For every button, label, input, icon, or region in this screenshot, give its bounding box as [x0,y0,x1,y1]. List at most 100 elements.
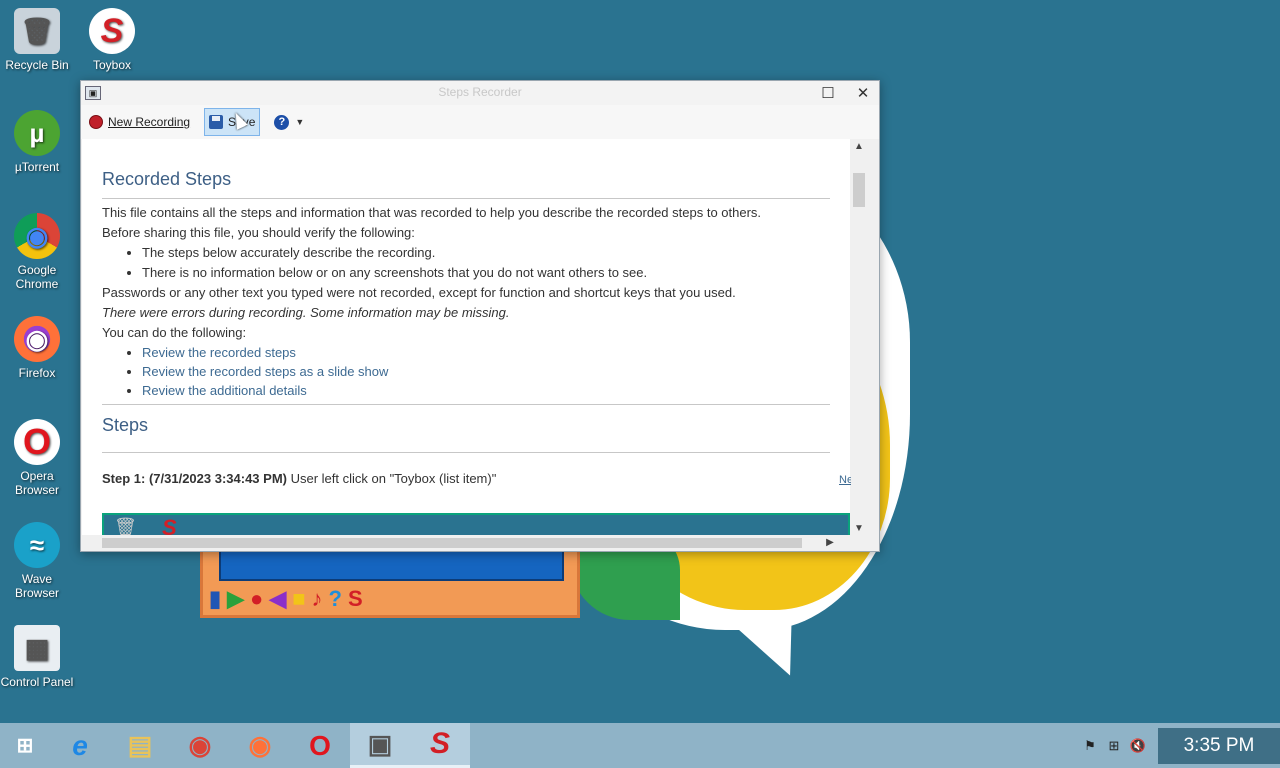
toybox-rewind-icon[interactable]: ◀ [269,586,286,612]
new-recording-label: New Recording [108,115,191,129]
vertical-scroll-thumb[interactable] [853,173,865,207]
vertical-scrollbar[interactable]: ▲ ▼ [851,139,867,537]
step-1-text: User left click on "Toybox (list item)" [286,471,497,486]
steps-recorder-icon: ▣ [367,728,393,759]
divider [102,404,830,405]
toybox-stop-icon[interactable]: ■ [292,586,305,612]
step-1-screenshot[interactable]: 🗑 S [102,513,850,537]
toolbar: New Recording Save ? ▼ [81,105,879,139]
record-icon [89,115,103,129]
toybox-record-icon[interactable]: ● [250,586,263,612]
toybox-screen [219,548,564,581]
intro-text: This file contains all the steps and inf… [102,205,762,220]
taskbar-opera[interactable]: O [290,723,350,768]
verify-list: The steps below accurately describe the … [142,243,830,283]
desktop-icon-wave-browser[interactable]: ≈ Wave Browser [0,522,74,600]
review-slideshow-link[interactable]: Review the recorded steps as a slide sho… [142,364,388,379]
opera-icon: O [14,419,60,465]
desktop-icon-label: Opera Browser [14,469,59,497]
taskbar-internet-explorer[interactable]: e [50,723,110,768]
close-icon: ✕ [856,85,870,102]
control-panel-icon: ▦ [14,625,60,671]
taskbar-firefox[interactable]: ◉ [230,723,290,768]
system-tray: ⚑ ⊞ 🔇 3:35 PM [1078,723,1280,768]
can-do-text: You can do the following: [102,325,247,340]
chrome-icon: ◉ [14,213,60,259]
recycle-bin-icon: 🗑 [14,8,60,54]
taskbar-steps-recorder[interactable]: ▣ [350,723,410,768]
help-dropdown-button[interactable]: ? ▼ [270,108,308,136]
network-icon[interactable]: ⊞ [1102,738,1126,754]
toybox-icon: S [162,515,177,537]
firefox-icon: ◉ [248,730,272,760]
desktop-icon-label: µTorrent [14,160,60,174]
review-links: Review the recorded steps Review the rec… [142,343,830,400]
recorded-steps-heading: Recorded Steps [102,169,830,199]
review-steps-link[interactable]: Review the recorded steps [142,345,296,360]
steps-heading: Steps [102,415,830,453]
recycle-bin-icon: 🗑 [114,517,137,537]
desktop-icon-opera-browser[interactable]: O Opera Browser [0,419,74,497]
chevron-down-icon: ▼ [295,117,305,127]
maximize-icon: ☐ [821,85,835,102]
flag-icon[interactable]: ⚑ [1078,738,1102,754]
chrome-icon: ◉ [188,730,212,760]
desktop-icon-firefox[interactable]: ◉ Firefox [0,316,74,380]
toybox-icon: S [429,727,450,760]
steps-recorder-window[interactable]: ▣ Steps Recorder ☐ ✕ New Recording Save … [80,80,880,552]
horizontal-scrollbar[interactable]: ◀ ▶ [82,535,852,551]
utorrent-icon: µ [14,110,60,156]
desktop-icon-label: Toybox [92,58,132,72]
taskbar-file-explorer[interactable]: ▤ [110,723,170,768]
wave-browser-icon: ≈ [14,522,60,568]
taskbar-chrome[interactable]: ◉ [170,723,230,768]
scroll-down-icon[interactable]: ▼ [851,521,867,537]
desktop-icon-label: Firefox [18,366,56,380]
toybox-tool-icon[interactable]: ▮ [209,586,221,612]
scroll-up-icon[interactable]: ▲ [851,139,867,155]
desktop-icon-recycle-bin[interactable]: 🗑 Recycle Bin [0,8,74,72]
start-button[interactable]: ⊞ [0,723,50,768]
passwords-note: Passwords or any other text you typed we… [102,285,736,300]
folder-icon: ▤ [127,730,153,760]
toybox-icon: S [89,8,135,54]
toybox-window[interactable]: ▮ ▶ ● ◀ ■ ♪ ? S [200,545,580,618]
review-details-link[interactable]: Review the additional details [142,383,307,398]
toybox-help-icon[interactable]: ? [329,586,342,612]
maximize-button[interactable]: ☐ [811,81,845,105]
toybox-play-icon[interactable]: ▶ [227,586,244,612]
taskbar-clock[interactable]: 3:35 PM [1158,727,1280,764]
toybox-toolbar: ▮ ▶ ● ◀ ■ ♪ ? S [209,586,363,612]
list-item: The steps below accurately describe the … [142,243,830,263]
window-title: Steps Recorder [438,85,522,99]
close-button[interactable]: ✕ [846,81,880,105]
toybox-logo-icon[interactable]: S [348,586,363,612]
desktop-icon-google-chrome[interactable]: ◉ Google Chrome [0,213,74,291]
save-button[interactable]: Save [204,108,261,136]
verify-prompt: Before sharing this file, you should ver… [102,225,415,240]
horizontal-scroll-thumb[interactable] [102,538,802,548]
taskbar-toybox[interactable]: S [410,723,470,768]
new-recording-button[interactable]: New Recording [85,108,194,136]
internet-explorer-icon: e [72,729,88,761]
step-1-label: Step 1: (7/31/2023 3:34:43 PM) [102,471,287,486]
taskbar: ⊞ e ▤ ◉ ◉ O ▣ S ⚑ ⊞ 🔇 3:35 PM [0,723,1280,768]
errors-note: There were errors during recording. Some… [102,305,510,320]
windows-logo-icon: ⊞ [16,735,34,757]
desktop-icon-label: Google Chrome [15,263,59,291]
window-titlebar[interactable]: ▣ Steps Recorder ☐ ✕ [81,81,879,105]
toybox-music-icon[interactable]: ♪ [312,586,323,612]
list-item: There is no information below or on any … [142,263,830,283]
desktop-icon-label: Wave Browser [14,572,59,600]
desktop-icon-utorrent[interactable]: µ µTorrent [0,110,74,174]
firefox-icon: ◉ [14,316,60,362]
volume-muted-icon[interactable]: 🔇 [1126,738,1150,754]
opera-icon: O [309,729,331,761]
save-icon [209,115,224,129]
desktop-icon-toybox[interactable]: S Toybox [75,8,149,72]
desktop-icon-label: Control Panel [0,675,74,689]
scroll-right-icon[interactable]: ▶ [822,535,838,551]
desktop-icon-control-panel[interactable]: ▦ Control Panel [0,625,74,689]
recorded-steps-document[interactable]: Recorded Steps This file contains all th… [82,139,850,537]
step-1: Step 1: (7/31/2023 3:34:43 PM) User left… [102,469,830,489]
